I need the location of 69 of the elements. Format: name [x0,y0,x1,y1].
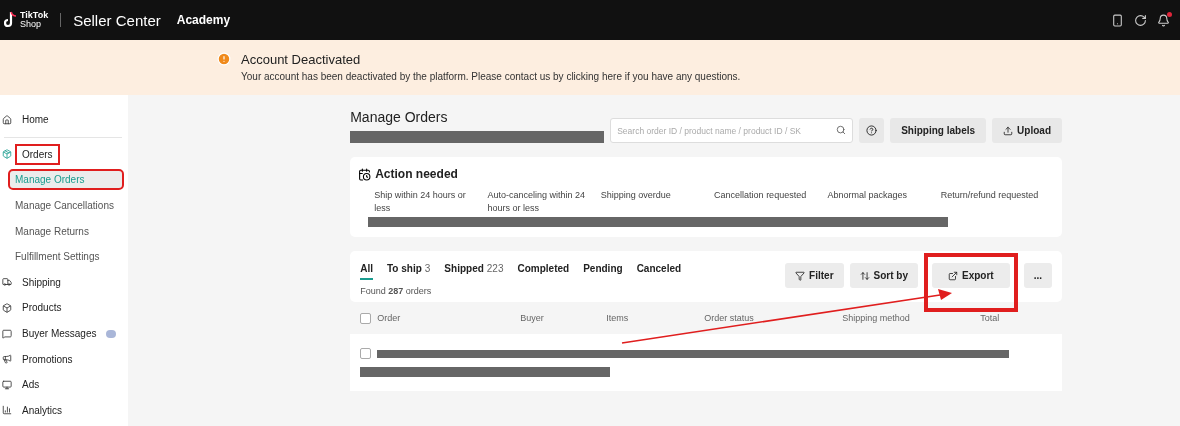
filter-icon [795,270,806,281]
sidebar-subitem[interactable]: Manage Cancellations [10,197,119,215]
order-tab[interactable]: All [360,263,373,280]
toolbar-button[interactable]: Sort by [849,263,918,288]
help-button[interactable] [859,118,885,143]
menu-icon [2,302,12,313]
phone-icon[interactable] [1111,13,1124,27]
sidebar-subitem[interactable]: Fulfillment Settings [10,248,105,266]
toolbar-button[interactable]: Filter [785,263,844,288]
banner-message: Your account has been deactivated by the platform. Please contact us by clicking here if you have any questions. [241,71,741,82]
menu-icon [2,354,12,365]
sidebar-item[interactable]: Orders [17,145,58,163]
order-tab[interactable]: To ship 3 [387,263,431,280]
action-label[interactable]: Ship within 24 hours or less [374,189,488,215]
card-title: Action needed [375,167,458,181]
column-header: Items [606,313,629,323]
more-button[interactable]: ... [1023,263,1052,288]
row-checkbox[interactable] [360,348,372,359]
logo-icon [4,11,18,29]
banner-title: Account Deactivated [241,52,362,67]
column-header: Total [980,313,1000,323]
column-header: Order [377,313,401,323]
product-title: Seller Center [73,11,161,29]
sidebar-item[interactable]: Analytics [17,401,67,419]
sort-icon [859,270,870,281]
order-tab[interactable]: Pending [583,263,623,280]
toolbar-button[interactable]: Upload [992,118,1062,143]
sidebar-item[interactable]: Shipping [17,273,66,291]
column-header: Shipping method [842,313,910,323]
sidebar-item[interactable]: Products [17,299,67,317]
menu-icon [2,149,12,160]
sidebar-item[interactable]: Promotions [17,350,78,368]
help-icon [866,125,878,136]
column-header: Order status [704,313,754,323]
warning-icon [217,52,231,66]
action-label[interactable]: Abnormal packages [827,189,941,215]
sidebar-item[interactable]: Buyer Messages [17,325,102,343]
contact-link[interactable]: here [601,71,622,82]
column-header: Buyer [520,313,544,323]
export-icon [948,270,958,281]
orders-count: Found 287 orders [360,286,433,296]
action-label[interactable]: Cancellation requested [714,189,828,215]
refresh-icon[interactable] [1134,13,1147,27]
menu-icon [2,405,12,416]
menu-icon [2,277,12,288]
order-tab[interactable]: Shipped 223 [444,263,504,280]
menu-icon [2,328,12,339]
logo-text: Shop [20,20,43,29]
action-label[interactable]: Auto-canceling within 24 hours or less [487,189,601,215]
bell-icon[interactable] [1157,13,1170,27]
menu-icon [2,114,12,125]
search-icon [836,125,847,135]
sidebar-item[interactable]: Ads [17,376,45,394]
order-tab[interactable]: Completed [517,263,570,280]
sidebar-subitem[interactable]: Manage Returns [10,222,94,240]
toolbar-button[interactable]: Export [932,263,1010,288]
select-all-checkbox[interactable] [360,312,372,324]
order-tab[interactable]: Canceled [636,263,682,280]
logo-text: TikTok [20,11,49,20]
action-label[interactable]: Shipping overdue [600,189,715,215]
toolbar-button[interactable]: Shipping labels [890,118,987,143]
action-label[interactable]: Return/refund requested [940,189,1054,215]
nav-link[interactable]: Academy [176,13,231,27]
page-title: Manage Orders [350,109,449,125]
sidebar-item[interactable]: Home [17,111,54,129]
search-field[interactable]: Search order ID / product name / product ID / SK [610,118,854,143]
upload-icon [1003,125,1014,136]
calendar-icon [358,167,372,181]
menu-icon [2,379,12,390]
